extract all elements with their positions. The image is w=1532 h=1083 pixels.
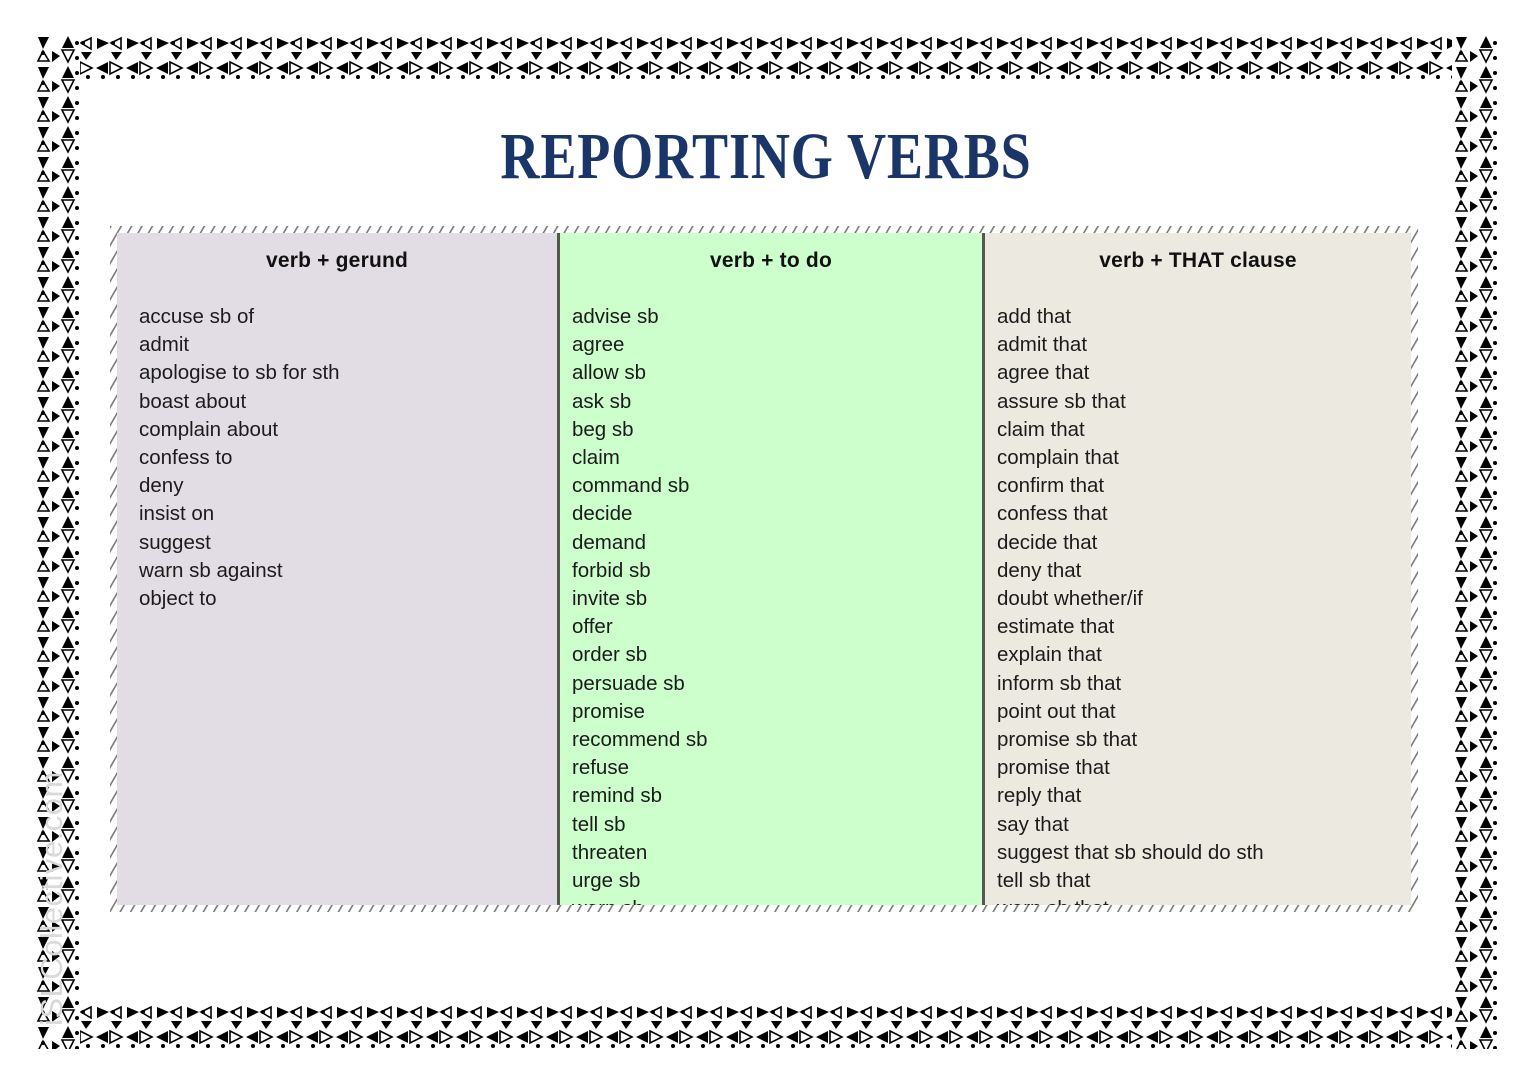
verb-list-item: allow sb	[572, 361, 647, 385]
column-verb-that-clause: verb + THAT clause add that admit that agr…	[985, 233, 1411, 905]
verb-list-item: decide that	[997, 530, 1098, 554]
verb-list-item: estimate that	[997, 615, 1115, 639]
verb-list-item: deny that	[997, 558, 1082, 582]
verb-list-item: confess to	[139, 446, 233, 470]
verb-list-item: warn sb against	[139, 558, 283, 582]
column-verb-to-do: verb + to do advise sb agree allow sb ask s…	[557, 233, 985, 905]
column-header-verb-to-do: verb + to do	[709, 249, 832, 272]
verb-list-item: refuse	[572, 756, 629, 780]
verb-list-item: agree	[572, 333, 625, 357]
verb-list-item: confirm that	[997, 474, 1105, 498]
islcollective-watermark: iSLCollective.com	[34, 771, 69, 1026]
verb-list-item: assure sb that	[997, 389, 1126, 413]
verb-list-item: tell sb	[572, 812, 626, 836]
verb-list-item: demand	[572, 530, 647, 554]
verb-list-item: point out that	[997, 699, 1116, 723]
verb-list-gerund: accuse sb of admit apologise to sb for sth…	[117, 273, 557, 613]
verb-list-item: inform sb that	[997, 671, 1122, 695]
verb-list-item: insist on	[139, 502, 215, 526]
verb-list-item: promise	[572, 699, 645, 723]
verb-list-to-do: advise sb agree allow sb ask sb beg sb claim c…	[560, 273, 982, 905]
worksheet-page: iSLCollective.com REPORTING VERBS verb +…	[0, 0, 1532, 1083]
verb-list-item: complain that	[997, 446, 1119, 470]
verb-list-item: warn sb that	[997, 895, 1411, 905]
decorative-border-right-icon	[1452, 34, 1498, 1049]
verb-list-item: claim	[572, 446, 620, 470]
verb-list-item: urge sb	[572, 869, 641, 893]
verb-list-item: agree that	[997, 361, 1090, 385]
verb-list-item: add that	[997, 305, 1072, 328]
verb-list-item: persuade sb	[572, 671, 685, 695]
verb-list-item: complain about	[139, 417, 279, 441]
verb-list-item: remind sb	[572, 784, 663, 808]
verb-list-item: command sb	[572, 474, 690, 498]
page-title: REPORTING VERBS	[500, 120, 1032, 193]
reporting-verbs-table: verb + gerund accuse sb of admit apologise…	[110, 226, 1418, 912]
verb-list-item: beg sb	[572, 417, 634, 441]
verb-list-item: boast about	[139, 389, 247, 413]
verb-list-item: forbid sb	[572, 558, 651, 582]
decorative-border-top-icon	[34, 34, 1498, 80]
verb-list-item: deny	[139, 474, 184, 498]
verb-list-item: suggest	[139, 530, 211, 554]
column-header-verb-that-clause: verb + THAT clause	[1099, 249, 1297, 272]
verb-list-item: offer	[572, 615, 613, 639]
verb-list-that-clause: add that admit that agree that assure sb th…	[985, 273, 1411, 905]
verb-list-item: doubt whether/if	[997, 587, 1143, 611]
verb-list-item: suggest that sb should do sth	[997, 840, 1264, 864]
verb-list-item: claim that	[997, 417, 1085, 441]
verb-list-item: explain that	[997, 643, 1102, 667]
column-header-verb-gerund: verb + gerund	[265, 249, 409, 272]
verb-list-item: promise sb that	[997, 728, 1138, 752]
verb-list-item: threaten	[572, 840, 648, 864]
verb-list-item: admit that	[997, 333, 1088, 357]
verb-list-item: ask sb	[572, 389, 632, 413]
verb-list-item: admit	[139, 333, 190, 357]
verb-list-item: decide	[572, 502, 633, 526]
verb-list-item: promise that	[997, 756, 1110, 780]
verb-list-item: invite sb	[572, 587, 648, 611]
verb-list-item: advise sb	[572, 305, 659, 328]
verb-list-item: recommend sb	[572, 728, 708, 752]
verb-list-item: confess that	[997, 502, 1108, 526]
verb-list-item: apologise to sb for sth	[139, 361, 340, 385]
verb-list-item: accuse sb of	[139, 305, 255, 328]
verb-list-item: say that	[997, 812, 1069, 836]
column-verb-gerund: verb + gerund accuse sb of admit apologise…	[117, 233, 557, 905]
verb-list-item: order sb	[572, 643, 648, 667]
verb-list-item: object to	[139, 587, 217, 611]
verb-list-item: reply that	[997, 784, 1082, 808]
decorative-border-bottom-icon	[34, 1003, 1498, 1049]
verb-list-item: tell sb that	[997, 869, 1091, 893]
verb-list-item: warn sb	[572, 895, 982, 905]
